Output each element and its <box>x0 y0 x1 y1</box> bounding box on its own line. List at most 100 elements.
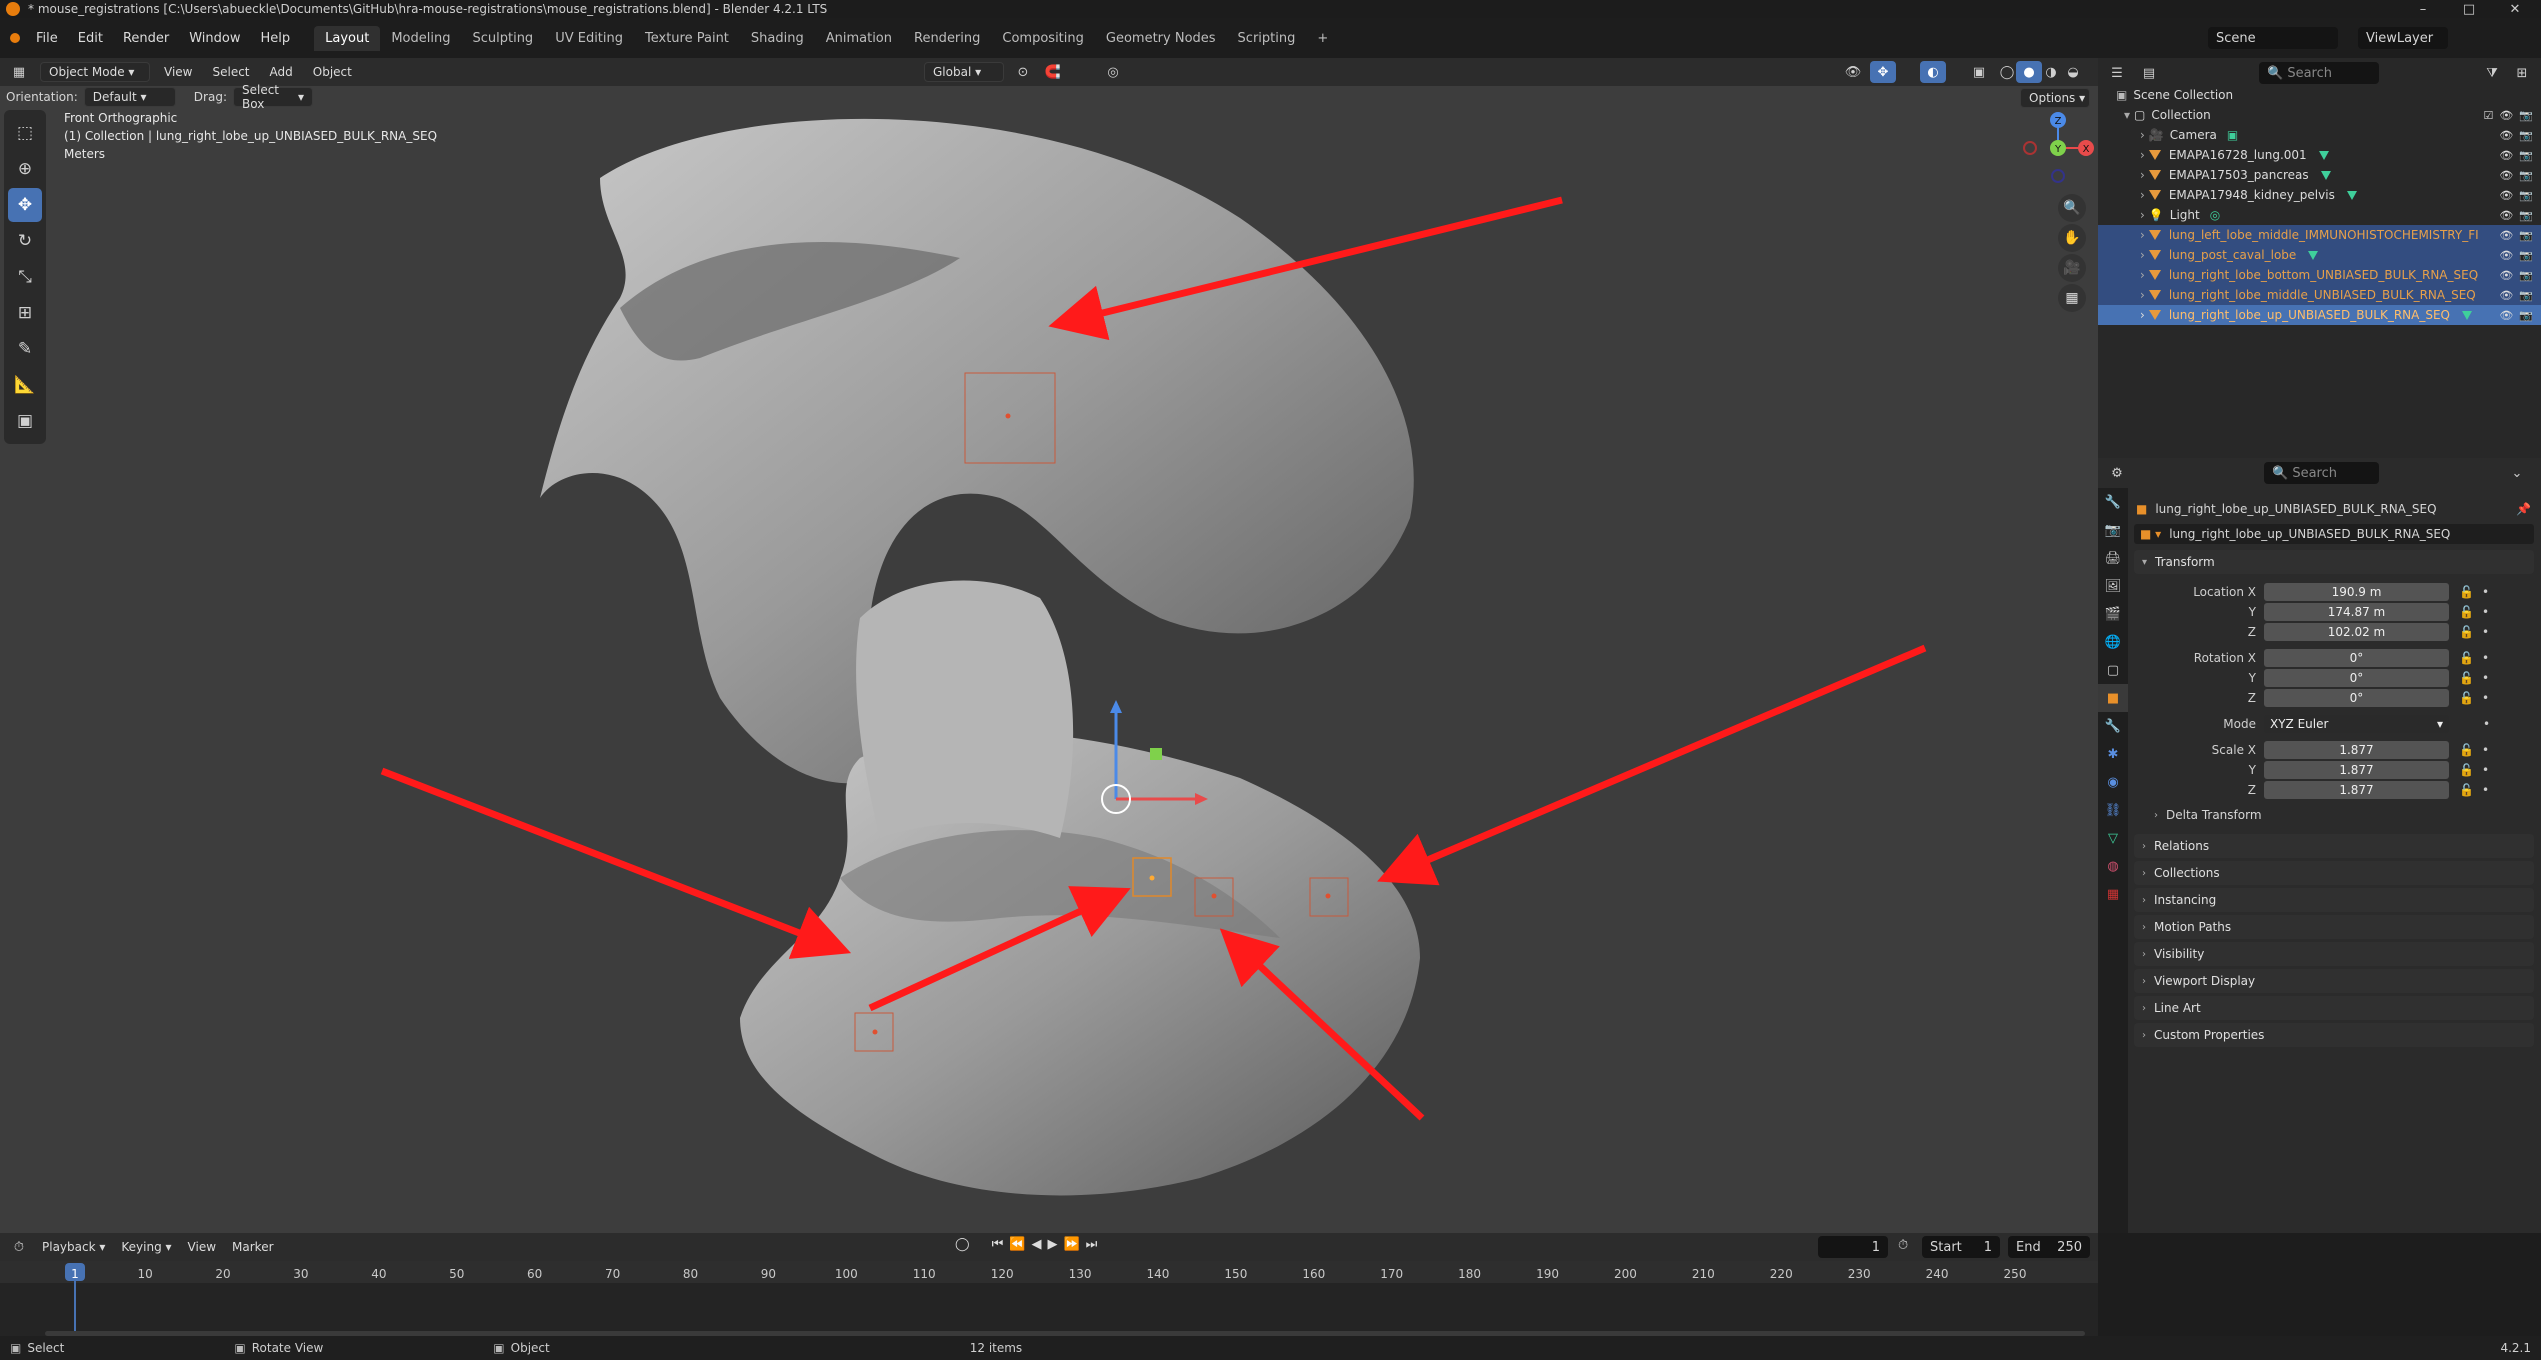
timeline-ruler[interactable]: 1 10 20 30 40 50 60 70 80 90 100 110 120 130 140 150 160… <box>0 1261 2098 1336</box>
camera-render-icon[interactable]: 📷 <box>2519 289 2533 302</box>
tool-tab-icon[interactable]: 🔧 <box>2098 488 2128 516</box>
keyframe-dot-icon[interactable]: • <box>2482 625 2489 639</box>
menu-timeline-view[interactable]: View <box>182 1240 222 1254</box>
jump-keyframe-forward-icon[interactable]: ⏩ <box>1063 1237 1079 1252</box>
lock-icon[interactable]: 🔓 <box>2459 605 2474 619</box>
eye-icon[interactable]: 👁 <box>2499 309 2513 322</box>
eye-icon[interactable]: 👁 <box>2499 229 2513 242</box>
play-icon[interactable]: ▶ <box>1047 1237 1057 1252</box>
end-frame-field[interactable]: End 250 <box>2008 1236 2090 1258</box>
panel-instancing[interactable]: › Instancing <box>2134 888 2534 912</box>
collapse-chevron-icon[interactable]: ▾ <box>2124 108 2130 122</box>
keyframe-dot-icon[interactable]: • <box>2482 651 2489 665</box>
outliner-item-lung-right-middle[interactable]: › lung_right_lobe_middle_UNBIASED_BULK_R… <box>2098 285 2541 305</box>
texture-tab-icon[interactable]: ▦ <box>2098 880 2128 908</box>
current-frame-field[interactable]: 1 <box>1818 1236 1888 1258</box>
outliner-item-lung-post-caval[interactable]: › lung_post_caval_lobe 👁 📷 <box>2098 245 2541 265</box>
keyframe-dot-icon[interactable]: • <box>2482 743 2489 757</box>
modifier-tab-icon[interactable]: 🔧 <box>2098 712 2128 740</box>
camera-render-icon[interactable]: 📷 <box>2519 189 2533 202</box>
outliner-item-lung001[interactable]: › EMAPA16728_lung.001 👁 📷 <box>2098 145 2541 165</box>
close-button[interactable]: ✕ <box>2492 0 2538 18</box>
lock-icon[interactable]: 🔓 <box>2459 671 2474 685</box>
menu-keying[interactable]: Keying ▾ <box>115 1240 177 1254</box>
new-collection-icon[interactable]: ⊞ <box>2509 62 2535 84</box>
properties-options-icon[interactable]: ⌄ <box>2504 462 2530 484</box>
transform-panel-header[interactable]: ▾ Transform <box>2134 550 2534 574</box>
camera-render-icon[interactable]: 📷 <box>2519 309 2533 322</box>
tab-sculpting[interactable]: Sculpting <box>461 26 544 51</box>
object-name-field[interactable]: ■ ▾ lung_right_lobe_up_UNBIASED_BULK_RNA… <box>2134 524 2534 544</box>
panel-collections[interactable]: › Collections <box>2134 861 2534 885</box>
camera-render-icon[interactable]: 📷 <box>2519 269 2533 282</box>
menu-help[interactable]: Help <box>251 31 301 46</box>
render-tab-icon[interactable]: 📷 <box>2098 516 2128 544</box>
keyframe-dot-icon[interactable]: • <box>2482 783 2489 797</box>
lock-icon[interactable]: 🔓 <box>2459 651 2474 665</box>
keyframe-dot-icon[interactable]: • <box>2482 585 2489 599</box>
lock-icon[interactable]: 🔓 <box>2459 743 2474 757</box>
scale-y-field[interactable]: 1.877 <box>2264 761 2449 779</box>
expand-chevron-icon[interactable]: › <box>2140 228 2145 242</box>
rotation-z-field[interactable]: 0° <box>2264 689 2449 707</box>
move-gizmo-plane[interactable] <box>1150 748 1162 760</box>
rotation-y-field[interactable]: 0° <box>2264 669 2449 687</box>
menu-edit[interactable]: Edit <box>68 31 113 46</box>
outliner-search-input[interactable]: 🔍 Search <box>2259 62 2379 84</box>
outliner-item-light[interactable]: › 💡 Light ◎ 👁 📷 <box>2098 205 2541 225</box>
particles-tab-icon[interactable]: ✱ <box>2098 740 2128 768</box>
expand-chevron-icon[interactable]: › <box>2140 248 2145 262</box>
eye-icon[interactable]: 👁 <box>2499 149 2513 162</box>
rotation-x-field[interactable]: 0° <box>2264 649 2449 667</box>
object-tab-icon[interactable]: ■ <box>2098 684 2128 712</box>
panel-relations[interactable]: › Relations <box>2134 834 2534 858</box>
lock-icon[interactable]: 🔓 <box>2459 763 2474 777</box>
camera-render-icon[interactable]: 📷 <box>2519 209 2533 222</box>
keyframe-dot-icon[interactable]: • <box>2482 763 2489 777</box>
tab-texture-paint[interactable]: Texture Paint <box>634 26 740 51</box>
expand-chevron-icon[interactable]: › <box>2140 188 2145 202</box>
eye-icon[interactable]: 👁 <box>2499 169 2513 182</box>
collection-tab-icon[interactable]: ▢ <box>2098 656 2128 684</box>
outliner-scene-collection[interactable]: ▣ Scene Collection <box>2098 85 2541 105</box>
tab-geometry-nodes[interactable]: Geometry Nodes <box>1095 26 1227 51</box>
constraints-tab-icon[interactable]: ⛓ <box>2098 796 2128 824</box>
blender-menu-icon[interactable] <box>10 33 20 43</box>
expand-chevron-icon[interactable]: › <box>2140 128 2145 142</box>
outliner-item-lung-right-bottom[interactable]: › lung_right_lobe_bottom_UNBIASED_BULK_R… <box>2098 265 2541 285</box>
scale-x-field[interactable]: 1.877 <box>2264 741 2449 759</box>
tab-uv-editing[interactable]: UV Editing <box>544 26 634 51</box>
keyframe-dot-icon[interactable]: • <box>2482 691 2489 705</box>
pin-icon[interactable]: 📌 <box>2516 502 2531 516</box>
scene-tab-icon[interactable]: 🎬 <box>2098 600 2128 628</box>
location-y-field[interactable]: 174.87 m <box>2264 603 2449 621</box>
eye-icon[interactable]: 👁 <box>2499 189 2513 202</box>
camera-render-icon[interactable]: 📷 <box>2519 229 2533 242</box>
eye-icon[interactable]: 👁 <box>2499 269 2513 282</box>
scale-z-field[interactable]: 1.877 <box>2264 781 2449 799</box>
keyframe-dot-icon[interactable]: • <box>2482 671 2489 685</box>
camera-render-icon[interactable]: 📷 <box>2519 249 2533 262</box>
expand-chevron-icon[interactable]: › <box>2140 268 2145 282</box>
outliner-item-lung-left-middle[interactable]: › lung_left_lobe_middle_IMMUNOHISTOCHEMI… <box>2098 225 2541 245</box>
expand-chevron-icon[interactable]: › <box>2140 208 2145 222</box>
timeline-editor-icon[interactable]: ⏱ <box>6 1236 32 1258</box>
scene-field[interactable]: Scene <box>2208 27 2338 49</box>
display-mode-icon[interactable]: ▤ <box>2136 62 2162 84</box>
filter-icon[interactable]: ⧩ <box>2479 62 2505 84</box>
location-z-field[interactable]: 102.02 m <box>2264 623 2449 641</box>
tab-modeling[interactable]: Modeling <box>380 26 461 51</box>
keyframe-dot-icon[interactable]: • <box>2482 605 2489 619</box>
camera-render-icon[interactable]: 📷 <box>2519 129 2533 142</box>
menu-marker[interactable]: Marker <box>226 1240 279 1254</box>
camera-render-icon[interactable]: 📷 <box>2519 109 2533 122</box>
eye-icon[interactable]: 👁 <box>2499 109 2513 122</box>
location-x-field[interactable]: 190.9 m <box>2264 583 2449 601</box>
tab-animation[interactable]: Animation <box>815 26 903 51</box>
outliner-item-camera[interactable]: › 🎥 Camera ▣ 👁 📷 <box>2098 125 2541 145</box>
tab-layout[interactable]: Layout <box>314 25 381 51</box>
menu-file[interactable]: File <box>26 31 68 46</box>
jump-end-icon[interactable]: ⏭ <box>1086 1237 1098 1252</box>
tab-compositing[interactable]: Compositing <box>991 26 1095 51</box>
output-tab-icon[interactable]: 🖨 <box>2098 544 2128 572</box>
